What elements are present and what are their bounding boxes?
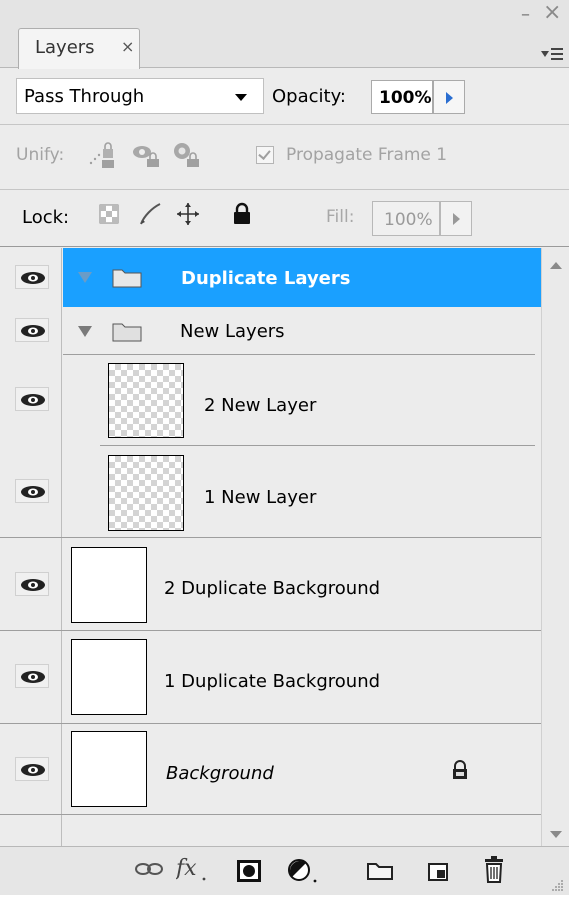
unify-position-icon[interactable] (88, 141, 120, 169)
panel-header: – × Layers × (0, 0, 569, 69)
layer-name[interactable]: 2 New Layer (204, 395, 316, 416)
unify-visibility-icon[interactable] (132, 141, 164, 169)
lock-icon (451, 760, 469, 785)
lock-position-icon[interactable] (176, 202, 200, 226)
layer-row-2-duplicate-background[interactable]: 2 Duplicate Background (0, 538, 541, 630)
layer-row-2-new-layer[interactable]: 2 New Layer (0, 355, 541, 445)
eye-icon[interactable] (15, 318, 49, 342)
layer-thumbnail (108, 455, 184, 531)
lock-row (0, 191, 569, 247)
layer-name[interactable]: 2 Duplicate Background (164, 578, 380, 599)
fill-input[interactable]: 100% (372, 201, 440, 236)
propagate-frame-checkbox[interactable] (256, 146, 274, 164)
panel-menu-icon[interactable] (541, 46, 565, 64)
eye-icon[interactable] (15, 664, 49, 688)
scroll-down-icon[interactable] (550, 831, 562, 838)
fill-slider-button[interactable] (440, 201, 472, 236)
new-layer-icon[interactable] (425, 858, 451, 889)
unify-label: Unify: (16, 145, 65, 165)
fill-value: 100% (384, 210, 433, 230)
minimize-button[interactable]: – (521, 6, 535, 24)
tab-layers[interactable]: Layers × (18, 28, 140, 69)
tab-close-icon[interactable]: × (121, 37, 134, 56)
eye-icon[interactable] (15, 572, 49, 596)
eye-icon[interactable] (15, 757, 49, 781)
fill-label: Fill: (326, 207, 355, 227)
fx-icon[interactable]: fx (174, 855, 210, 888)
layer-name[interactable]: New Layers (180, 321, 285, 342)
layer-name[interactable]: Background (166, 763, 274, 784)
unify-row (0, 126, 569, 190)
svg-text:fx: fx (176, 856, 197, 881)
mask-icon[interactable] (235, 858, 263, 889)
expand-triangle-icon[interactable] (78, 272, 92, 283)
link-icon[interactable] (134, 858, 164, 885)
lock-transparency-icon[interactable] (97, 202, 121, 226)
lock-image-pixels-icon[interactable] (138, 202, 162, 226)
layer-name[interactable]: 1 New Layer (204, 487, 316, 508)
blend-mode-value: Pass Through (24, 86, 145, 107)
layer-row-background[interactable]: Background (0, 724, 541, 814)
layer-row-1-new-layer[interactable]: 1 New Layer (0, 446, 541, 537)
folder-icon (112, 266, 142, 288)
trash-icon[interactable] (481, 855, 507, 890)
play-arrow-icon (446, 92, 453, 104)
layers-panel: – × Layers × Pass Through Opacity: 100% … (0, 0, 569, 895)
play-arrow-icon (453, 213, 460, 225)
opacity-label: Opacity: (272, 86, 346, 107)
eye-icon[interactable] (15, 265, 49, 289)
folder-icon[interactable] (366, 858, 394, 887)
lock-label: Lock: (22, 207, 70, 228)
eye-icon[interactable] (15, 479, 49, 503)
layers-footer: fx (0, 846, 569, 895)
layers-scrollbar[interactable] (541, 248, 569, 846)
chevron-down-icon (235, 94, 247, 101)
opacity-value: 100% (379, 88, 432, 108)
folder-icon (112, 320, 142, 342)
layer-thumbnail (108, 363, 184, 438)
tab-layers-label: Layers (35, 37, 95, 58)
checkmark-icon (258, 147, 271, 160)
layer-thumbnail (71, 731, 147, 807)
unify-style-icon[interactable] (172, 141, 204, 169)
divider (0, 814, 541, 815)
layer-row-duplicate-layers[interactable]: Duplicate Layers (0, 248, 541, 307)
propagate-frame-label: Propagate Frame 1 (286, 145, 448, 165)
layers-list[interactable]: Duplicate Layers New Layers 2 New Layer (0, 248, 541, 846)
scroll-up-icon[interactable] (550, 262, 562, 269)
expand-triangle-icon[interactable] (78, 326, 92, 337)
blend-mode-select[interactable]: Pass Through (16, 78, 264, 114)
eye-icon[interactable] (15, 387, 49, 411)
layer-thumbnail (71, 547, 147, 623)
lock-all-icon[interactable] (230, 202, 254, 226)
opacity-input[interactable]: 100% (371, 80, 433, 114)
layer-thumbnail (71, 639, 147, 715)
layer-row-1-duplicate-background[interactable]: 1 Duplicate Background (0, 631, 541, 723)
adjustment-icon[interactable] (286, 858, 320, 889)
opacity-slider-button[interactable] (433, 80, 465, 114)
layer-name[interactable]: Duplicate Layers (181, 268, 350, 289)
layer-row-new-layers[interactable]: New Layers (0, 308, 541, 355)
layer-name[interactable]: 1 Duplicate Background (164, 671, 380, 692)
resize-grip-icon[interactable] (550, 877, 564, 891)
close-panel-button[interactable]: × (543, 2, 561, 24)
